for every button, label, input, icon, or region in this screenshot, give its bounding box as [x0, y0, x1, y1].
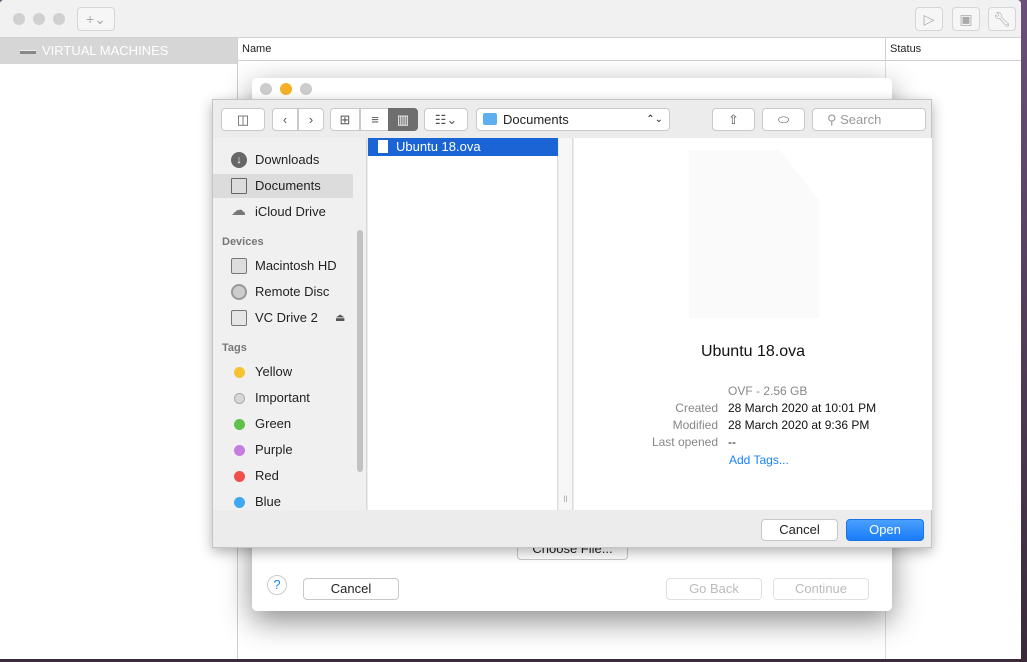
- sidebar-item-label: Remote Disc: [255, 284, 330, 299]
- tag-color-icon: [234, 419, 245, 430]
- last-opened-label: Last opened: [651, 435, 718, 449]
- sidebar-item-vc-drive-2[interactable]: VC Drive 2 ⏏: [213, 306, 353, 330]
- sidebar-item-label: Downloads: [255, 152, 320, 167]
- list-view-icon[interactable]: ≡: [360, 108, 390, 131]
- section-tags: Tags: [222, 342, 247, 354]
- sidebar-header-label: VIRTUAL MACHINES: [42, 43, 169, 58]
- open-button[interactable]: Open: [846, 519, 924, 541]
- sidebar-item-label: Important: [255, 390, 310, 405]
- column-view-icon[interactable]: ▥: [388, 108, 418, 131]
- sidebar-item-label: Documents: [255, 178, 321, 193]
- sidebar-toggle-icon[interactable]: ◫: [221, 108, 265, 131]
- section-devices: Devices: [222, 236, 264, 248]
- minimize-button[interactable]: [280, 83, 292, 95]
- sidebar-tag-important[interactable]: Important: [213, 386, 353, 410]
- file-row-selected[interactable]: Ubuntu 18.ova: [368, 138, 558, 156]
- location-dropdown[interactable]: Documents ⌃⌄: [476, 108, 670, 131]
- preview-pane: Ubuntu 18.ova OVF - 2.56 GB Created 28 M…: [574, 138, 932, 510]
- zoom-button[interactable]: [53, 13, 65, 25]
- document-icon: [689, 150, 819, 318]
- open-file-panel: ◫ ‹ › ⊞ ≡ ▥ ☷⌄ Documents ⌃⌄ ⇧ ⬭ ⚲ Search…: [212, 99, 932, 548]
- created-label: Created: [675, 401, 718, 415]
- sidebar-item-downloads[interactable]: ↓ Downloads: [213, 148, 353, 172]
- sidebar-tag-yellow[interactable]: Yellow: [213, 360, 353, 384]
- forward-button[interactable]: ›: [298, 108, 324, 131]
- tag-color-icon: [234, 393, 245, 404]
- cloud-icon: ☁︎: [231, 202, 246, 219]
- preview-kind: OVF - 2.56 GB: [728, 384, 808, 398]
- tag-color-icon: [234, 497, 245, 508]
- sidebar-item-label: Purple: [255, 442, 293, 457]
- eject-icon[interactable]: ⏏: [335, 306, 345, 330]
- icon-view-icon[interactable]: ⊞: [330, 108, 360, 131]
- column-name[interactable]: Name: [238, 38, 885, 61]
- cancel-button[interactable]: Cancel: [303, 578, 399, 600]
- sidebar-tag-green[interactable]: Green: [213, 412, 353, 436]
- sidebar-item-label: iCloud Drive: [255, 204, 326, 219]
- sidebar-tag-purple[interactable]: Purple: [213, 438, 353, 462]
- drive-icon: [231, 310, 247, 326]
- add-tags-link[interactable]: Add Tags...: [729, 453, 789, 467]
- play-icon[interactable]: ▷: [915, 7, 943, 31]
- file-name: Ubuntu 18.ova: [396, 139, 481, 154]
- sidebar-item-label: VC Drive 2: [255, 310, 318, 325]
- sidebar-item-label: Macintosh HD: [255, 258, 337, 273]
- folder-icon: [483, 113, 497, 125]
- sidebar-item-macintosh-hd[interactable]: Macintosh HD: [213, 254, 353, 278]
- group-by-icon[interactable]: ☷⌄: [424, 108, 468, 131]
- share-icon[interactable]: ⇧: [712, 108, 755, 131]
- cancel-button[interactable]: Cancel: [761, 519, 838, 541]
- panel-sidebar: ↓ Downloads Documents ☁︎ iCloud Drive Devi…: [213, 138, 367, 510]
- help-button[interactable]: ?: [267, 575, 287, 595]
- sidebar-tag-blue[interactable]: Blue: [213, 490, 353, 510]
- sidebar-item-label: Green: [255, 416, 292, 431]
- zoom-button[interactable]: [300, 83, 312, 95]
- search-icon: ⚲: [827, 112, 841, 127]
- sidebar-item-label: Red: [255, 468, 279, 483]
- tag-color-icon: [234, 471, 245, 482]
- close-button[interactable]: [13, 13, 25, 25]
- file-icon: [378, 140, 388, 153]
- wrench-icon[interactable]: 🔧︎: [988, 7, 1016, 31]
- location-label: Documents: [503, 112, 569, 127]
- sidebar-item-label: Blue: [255, 494, 282, 509]
- hard-drive-icon: [231, 258, 247, 274]
- column-resize-handle[interactable]: ll: [559, 138, 573, 510]
- back-button[interactable]: ‹: [272, 108, 298, 131]
- created-value: 28 March 2020 at 10:01 PM: [728, 401, 877, 415]
- sidebar-header: VIRTUAL MACHINES: [0, 38, 237, 64]
- sidebar-item-remote-disc[interactable]: Remote Disc: [213, 280, 353, 304]
- minimize-button[interactable]: [33, 13, 45, 25]
- tag-color-icon: [234, 445, 245, 456]
- drive-icon: [20, 50, 36, 54]
- sidebar-item-documents[interactable]: Documents: [213, 174, 353, 198]
- continue-button[interactable]: Continue: [773, 578, 869, 600]
- tag-color-icon: [234, 367, 245, 378]
- close-button[interactable]: [260, 83, 272, 95]
- tag-icon[interactable]: ⬭: [762, 108, 805, 131]
- sidebar-item-label: Yellow: [255, 364, 293, 379]
- sidebar-scrollbar[interactable]: [357, 230, 363, 472]
- modified-label: Modified: [672, 418, 718, 432]
- snapshot-icon[interactable]: ▣: [952, 7, 980, 31]
- column-status[interactable]: Status: [885, 38, 1021, 61]
- documents-icon: [231, 178, 247, 194]
- sidebar-tag-red[interactable]: Red: [213, 464, 353, 488]
- file-column: Ubuntu 18.ova: [368, 138, 558, 510]
- disc-icon: [231, 284, 247, 300]
- downloads-icon: ↓: [231, 152, 247, 168]
- chevron-updown-icon: ⌃⌄: [646, 114, 663, 125]
- modified-value: 28 March 2020 at 9:36 PM: [728, 418, 870, 432]
- window-toolbar: +⌄ ▷ ▣ 🔧︎: [0, 0, 1021, 38]
- search-input[interactable]: ⚲ Search: [812, 108, 926, 131]
- go-back-button[interactable]: Go Back: [666, 578, 762, 600]
- sidebar-item-icloud[interactable]: ☁︎ iCloud Drive: [213, 200, 353, 224]
- last-opened-value: --: [728, 435, 736, 449]
- preview-file-name: Ubuntu 18.ova: [700, 343, 806, 360]
- search-placeholder: Search: [840, 112, 882, 127]
- add-vm-button[interactable]: +⌄: [77, 7, 115, 31]
